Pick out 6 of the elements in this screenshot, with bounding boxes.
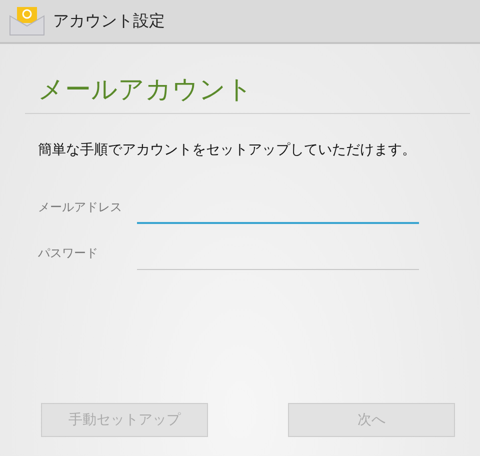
field-label: パスワード [38,245,99,262]
section-heading: メールアカウント [37,74,254,107]
mail-icon [9,6,45,36]
field-label: メールアドレス [38,199,123,216]
description-text: 簡単な手順でアカウントをセットアップしていただけます。 [38,141,417,160]
window-title: アカウント設定 [53,10,165,32]
